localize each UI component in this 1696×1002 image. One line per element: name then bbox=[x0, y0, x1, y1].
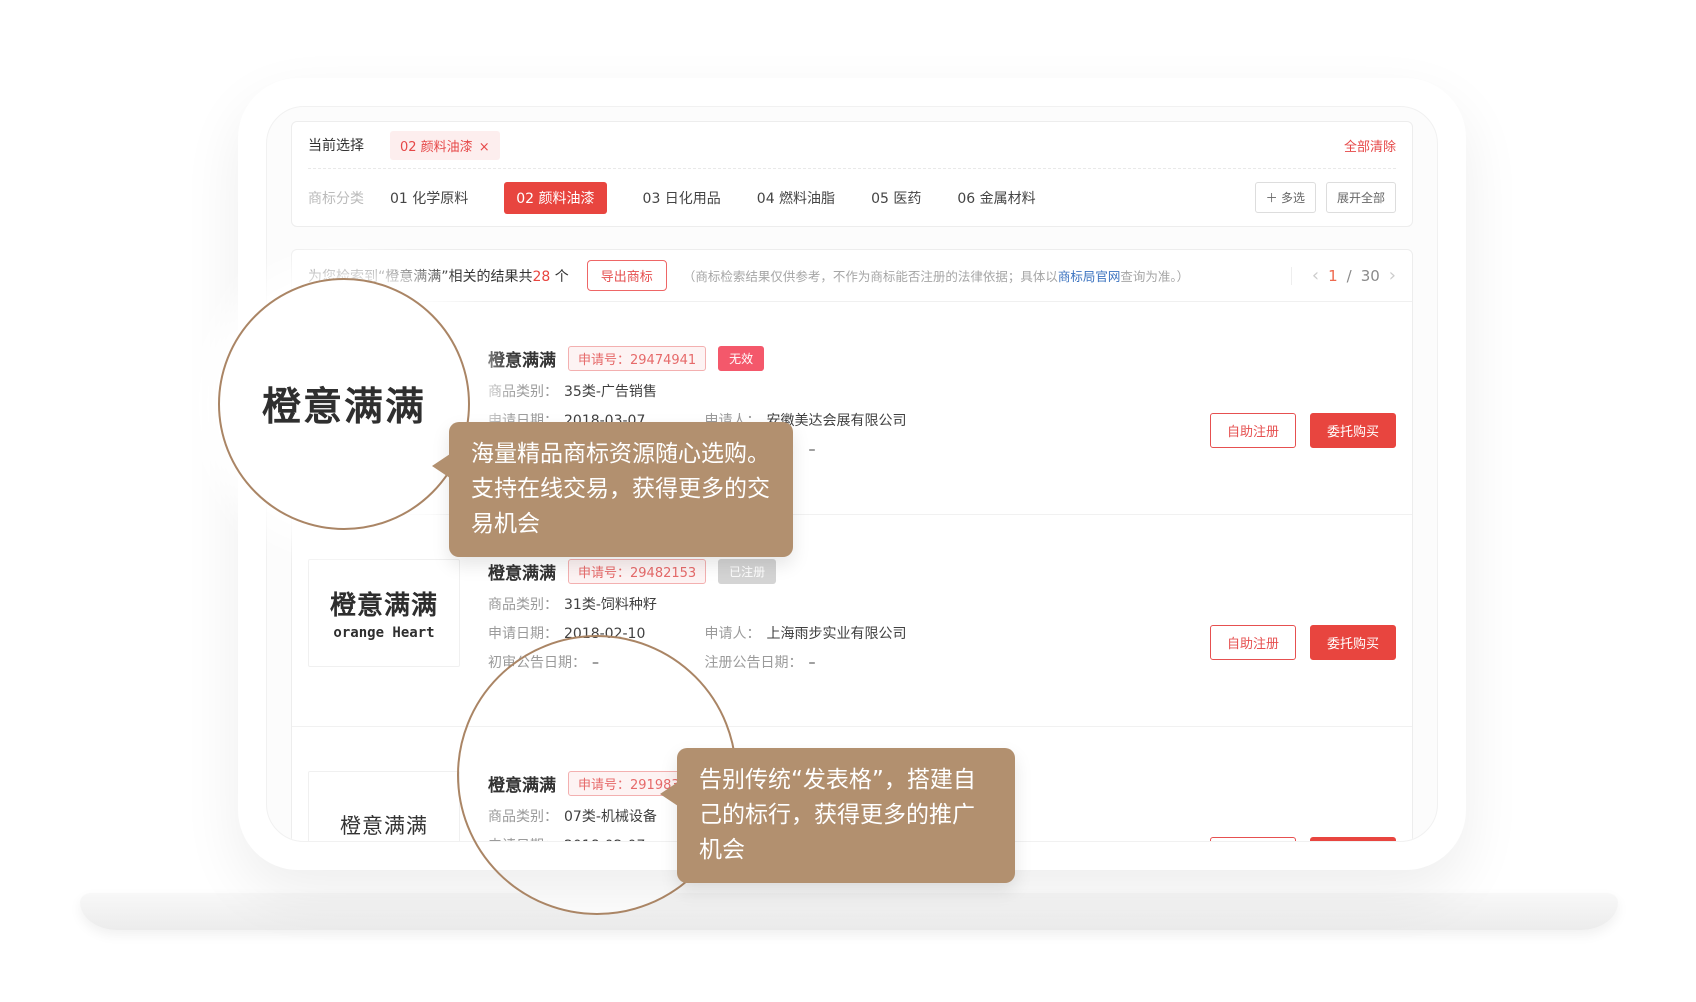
callout-bubble-trade: 海量精品商标资源随心选购。支持在线交易，获得更多的交易机会 bbox=[449, 422, 793, 557]
trademark-name: 橙意满满 bbox=[488, 346, 556, 371]
clear-all-button[interactable]: 全部清除 bbox=[1344, 136, 1396, 155]
current-page: 1 bbox=[1328, 267, 1338, 285]
chip-label: 02 颜料油漆 bbox=[400, 140, 473, 155]
multi-select-button[interactable]: ＋ 多选 bbox=[1255, 182, 1316, 213]
trademark-office-link[interactable]: 商标局官网 bbox=[1058, 269, 1121, 284]
callout-arrow-icon bbox=[432, 454, 450, 478]
application-number-tag: 申请号：29474941 bbox=[568, 346, 706, 371]
entrust-purchase-button[interactable]: 委托购买 bbox=[1310, 413, 1396, 448]
total-pages: 30 bbox=[1361, 267, 1380, 285]
entrust-purchase-button[interactable]: 委托购买 bbox=[1310, 837, 1396, 842]
laptop-base bbox=[80, 893, 1618, 930]
trademark-logo: 橙意满满 orange Heart bbox=[308, 559, 460, 667]
status-badge: 已注册 bbox=[718, 559, 776, 584]
category-item-01[interactable]: 01 化学原料 bbox=[390, 188, 468, 208]
filter-card: 当前选择 02 颜料油漆 × 全部清除 商标分类 01 化学原料 02 颜料油漆 … bbox=[291, 121, 1413, 227]
pagination: ‹ 1 / 30 › bbox=[1291, 267, 1396, 285]
goods-category: 31类-饲料种籽 bbox=[564, 597, 657, 613]
callout-bubble-promotion: 告别传统“发表格”，搭建自己的标行，获得更多的推广机会 bbox=[677, 748, 1015, 883]
category-item-03[interactable]: 03 日化用品 bbox=[643, 188, 721, 208]
category-item-02-selected[interactable]: 02 颜料油漆 bbox=[504, 182, 606, 214]
entrust-purchase-button[interactable]: 委托购买 bbox=[1310, 625, 1396, 660]
trademark-logo: 橙意满满 bbox=[308, 771, 460, 842]
self-register-button[interactable]: 自助注册 bbox=[1210, 837, 1296, 842]
status-badge: 无效 bbox=[718, 346, 764, 371]
current-selection-label: 当前选择 bbox=[308, 135, 364, 155]
category-item-04[interactable]: 04 燃料油脂 bbox=[757, 188, 835, 208]
category-label: 商标分类 bbox=[308, 188, 364, 208]
next-page-icon[interactable]: › bbox=[1389, 267, 1396, 285]
results-header: 为您检索到“橙意满满”相关的结果共28 个 导出商标 （商标检索结果仅供参考，不… bbox=[292, 250, 1412, 302]
applicant: 上海雨步实业有限公司 bbox=[766, 626, 906, 642]
disclaimer-text: （商标检索结果仅供参考，不作为商标能否注册的法律依据；具体以商标局官网查询为准。… bbox=[683, 266, 1291, 285]
trademark-name: 橙意满满 bbox=[488, 559, 556, 584]
self-register-button[interactable]: 自助注册 bbox=[1210, 625, 1296, 660]
callout-arrow-icon bbox=[660, 782, 678, 806]
magnified-trademark-text: 橙意满满 bbox=[262, 376, 426, 432]
export-trademarks-button[interactable]: 导出商标 bbox=[587, 260, 667, 291]
goods-category: 35类-广告销售 bbox=[564, 384, 657, 400]
category-item-05[interactable]: 05 医药 bbox=[871, 188, 921, 208]
selected-filter-chip[interactable]: 02 颜料油漆 × bbox=[390, 131, 500, 160]
application-number-tag: 申请号：29482153 bbox=[568, 559, 706, 584]
prev-page-icon[interactable]: ‹ bbox=[1312, 267, 1319, 285]
self-register-button[interactable]: 自助注册 bbox=[1210, 413, 1296, 448]
category-item-06[interactable]: 06 金属材料 bbox=[957, 188, 1035, 208]
results-count: 28 bbox=[533, 269, 551, 285]
expand-all-button[interactable]: 展开全部 bbox=[1326, 182, 1396, 213]
chip-close-icon[interactable]: × bbox=[479, 140, 490, 155]
magnifier-circle: 橙意满满 bbox=[218, 278, 470, 530]
